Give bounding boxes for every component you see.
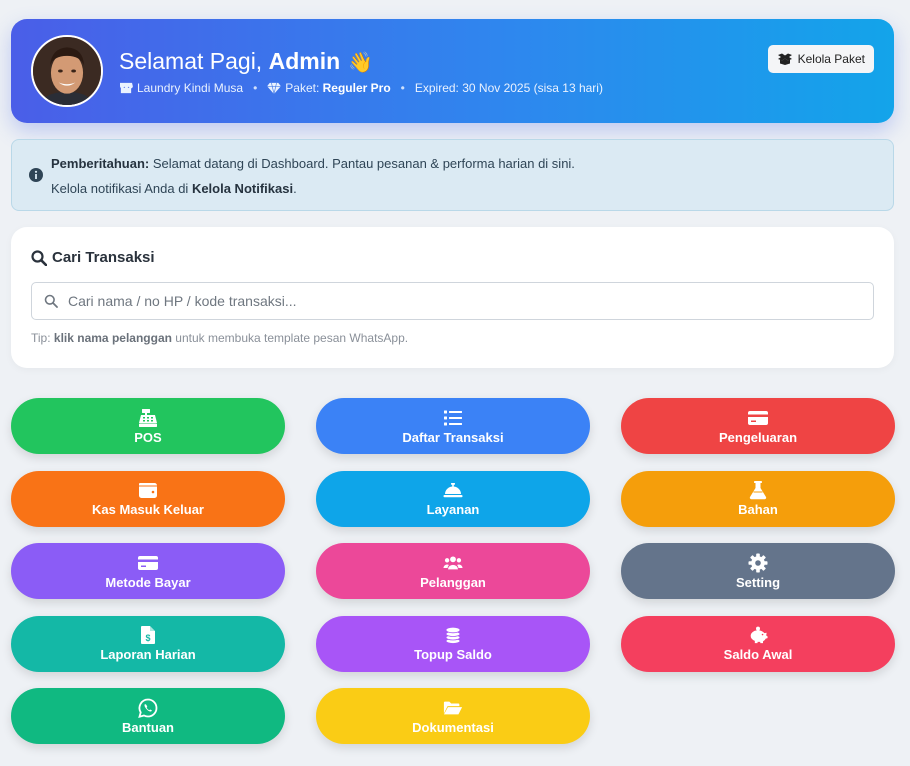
dashboard-header: Selamat Pagi, Admin 👋 Laundry Kindi Musa … xyxy=(11,19,894,123)
tile-label: Topup Saldo xyxy=(414,647,492,662)
folder-open-icon xyxy=(443,701,463,714)
tile-label: Saldo Awal xyxy=(723,647,793,662)
tile-pelanggan[interactable]: Pelanggan xyxy=(316,543,590,599)
account-meta: Laundry Kindi Musa • Paket: Reguler Pro … xyxy=(119,81,603,95)
svg-text:$: $ xyxy=(145,633,150,643)
tile-label: Laporan Harian xyxy=(100,647,196,662)
tile-saldo-awal[interactable]: Saldo Awal xyxy=(621,615,895,672)
search-field[interactable] xyxy=(31,282,874,320)
greeting-heading: Selamat Pagi, Admin 👋 xyxy=(119,48,373,75)
package-label: Paket: xyxy=(285,81,320,95)
avatar xyxy=(31,35,103,107)
tile-label: Bantuan xyxy=(122,719,174,735)
notice-line-1: Pemberitahuan: Selamat datang di Dashboa… xyxy=(51,156,575,171)
user-name: Admin xyxy=(268,48,341,74)
notice-line2-suffix: . xyxy=(293,181,297,196)
notification-alert: Pemberitahuan: Selamat datang di Dashboa… xyxy=(11,139,894,211)
search-title-text: Cari Transaksi xyxy=(52,249,155,266)
search-tip: Tip: klik nama pelanggan untuk membuka t… xyxy=(31,331,408,345)
tile-setting[interactable]: Setting xyxy=(621,543,895,599)
search-icon xyxy=(44,294,58,308)
notice-text: Selamat datang di Dashboard. Pantau pesa… xyxy=(152,156,575,171)
avatar-image xyxy=(33,37,101,105)
tile-label: Daftar Transaksi xyxy=(402,429,504,445)
manage-package-button[interactable]: Kelola Paket xyxy=(767,45,874,73)
package-name: Reguler Pro xyxy=(322,81,391,95)
search-title: Cari Transaksi xyxy=(31,249,155,266)
list-icon xyxy=(444,410,462,425)
tile-label: Pengeluaran xyxy=(718,429,798,445)
tip-suffix: untuk membuka template pesan WhatsApp. xyxy=(175,331,409,345)
tile-label: POS xyxy=(134,429,162,445)
tile-label: Kas Masuk Keluar xyxy=(92,502,204,517)
tile-layanan[interactable]: Layanan xyxy=(316,470,590,527)
gem-icon xyxy=(267,82,282,94)
tile-laporan-harian[interactable]: $ Laporan Harian xyxy=(11,615,285,672)
whatsapp-icon xyxy=(138,698,158,718)
search-card: Cari Transaksi Tip: klik nama pelanggan … xyxy=(11,227,894,368)
coins-icon xyxy=(445,626,461,644)
tile-metode-bayar[interactable]: Metode Bayar xyxy=(11,543,285,599)
greeting-text: Selamat Pagi, xyxy=(119,48,263,74)
notice-title: Pemberitahuan: xyxy=(51,156,150,171)
tile-daftar-transaksi[interactable]: Daftar Transaksi xyxy=(316,398,590,454)
store-name: Laundry Kindi Musa xyxy=(137,81,244,95)
tile-pos[interactable]: POS xyxy=(11,398,285,454)
piggy-bank-icon xyxy=(750,626,768,644)
wallet-icon xyxy=(139,483,157,498)
notice-line2-prefix: Kelola notifikasi Anda di xyxy=(51,181,189,196)
info-circle-icon xyxy=(29,168,43,182)
cash-register-icon xyxy=(139,408,157,427)
wave-emoji: 👋 xyxy=(348,52,374,74)
users-icon xyxy=(443,555,463,569)
menu-grid: POS Daftar Transaksi Pengeluaran Kas Mas… xyxy=(11,398,895,744)
bell-concierge-icon xyxy=(443,483,463,498)
manage-package-label: Kelola Paket xyxy=(797,52,865,66)
tile-label: Metode Bayar xyxy=(105,574,191,590)
notice-line-2: Kelola notifikasi Anda di Kelola Notifik… xyxy=(51,181,297,196)
flask-icon xyxy=(749,481,767,500)
tip-bold: klik nama pelanggan xyxy=(53,331,172,345)
tile-label: Setting xyxy=(735,574,781,590)
tile-pengeluaran[interactable]: Pengeluaran xyxy=(621,398,895,454)
tile-kas-masuk-keluar[interactable]: Kas Masuk Keluar xyxy=(11,470,285,527)
search-icon xyxy=(31,249,47,266)
tile-label: Layanan xyxy=(426,502,480,517)
expired-date: Expired: 30 Nov 2025 (sisa 13 hari) xyxy=(414,81,603,95)
tile-bantuan[interactable]: Bantuan xyxy=(11,688,285,744)
credit-card-icon xyxy=(748,410,768,425)
tile-dokumentasi[interactable]: Dokumentasi xyxy=(316,688,590,744)
search-input[interactable] xyxy=(68,283,868,319)
tip-prefix: Tip: xyxy=(31,331,51,345)
tile-label: Bahan xyxy=(738,502,778,517)
meta-separator: • xyxy=(253,81,258,95)
gear-icon xyxy=(748,553,768,572)
meta-separator: • xyxy=(400,81,405,95)
box-open-icon xyxy=(777,53,792,65)
tile-label: Dokumentasi xyxy=(412,719,494,735)
tile-bahan[interactable]: Bahan xyxy=(621,470,895,527)
tile-topup-saldo[interactable]: Topup Saldo xyxy=(316,615,590,672)
credit-card-icon xyxy=(138,555,158,570)
store-icon xyxy=(120,82,133,94)
file-invoice-dollar-icon: $ xyxy=(141,626,155,644)
manage-notification-link[interactable]: Kelola Notifikasi xyxy=(192,181,293,196)
tile-label: Pelanggan xyxy=(420,574,486,590)
